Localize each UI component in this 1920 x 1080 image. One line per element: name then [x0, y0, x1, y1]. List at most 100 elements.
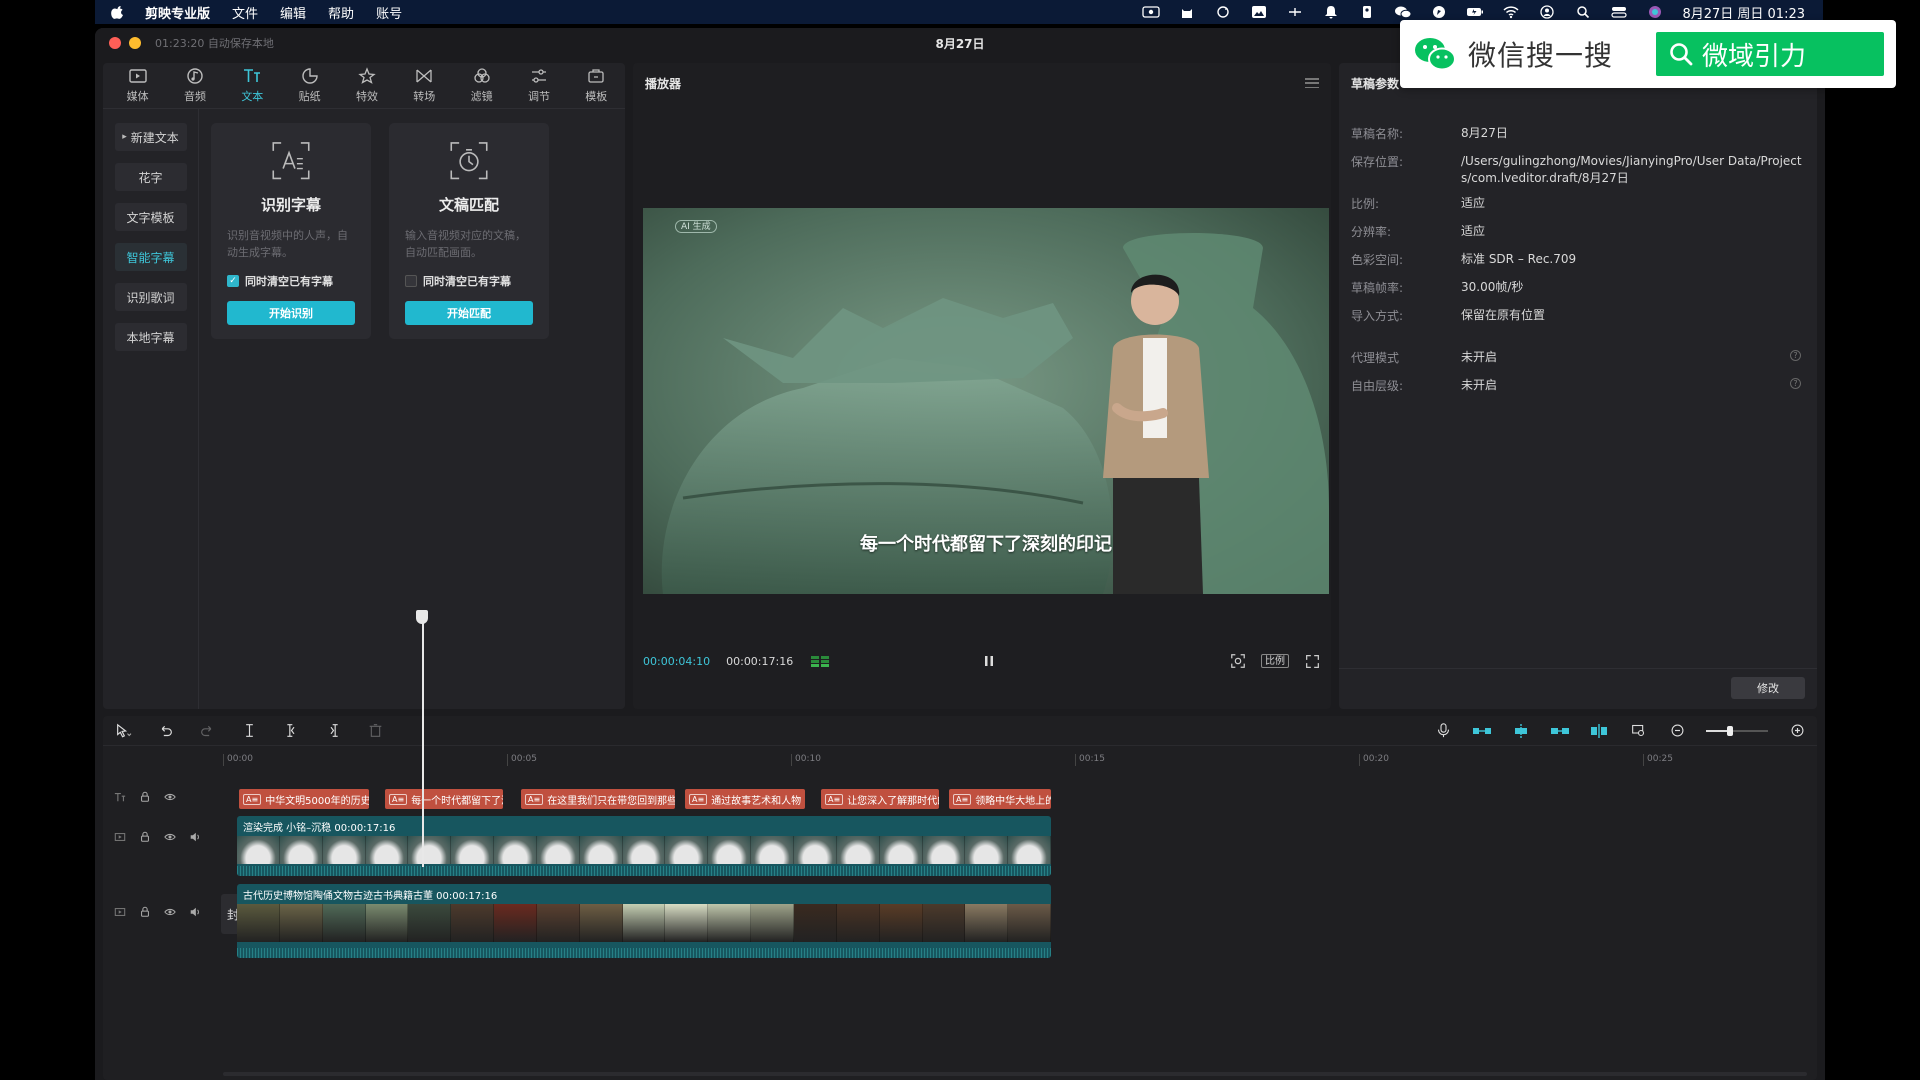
- playhead[interactable]: [422, 612, 424, 867]
- volume-icon[interactable]: [188, 905, 202, 919]
- clear-captions-checkbox[interactable]: [405, 275, 417, 288]
- rocket-icon[interactable]: [1430, 5, 1448, 19]
- zoom-slider-handle[interactable]: [1727, 725, 1733, 736]
- text-clip[interactable]: A≡领略中华大地上的璀璨: [949, 789, 1051, 809]
- start-match-button[interactable]: 开始匹配: [405, 301, 533, 325]
- help-icon[interactable]: ?: [1790, 350, 1801, 361]
- tab-filter[interactable]: 滤镜: [453, 63, 510, 108]
- wechat-icon[interactable]: [1394, 5, 1412, 19]
- subnav-recognize-lyrics[interactable]: 识别歌词: [114, 283, 187, 311]
- input-method-icon[interactable]: [1286, 5, 1304, 19]
- tab-template[interactable]: 模板: [568, 63, 625, 108]
- lock-icon[interactable]: [138, 790, 152, 804]
- timeline-ruler[interactable]: 00:00 00:05 00:10 00:15 00:20 00:25: [223, 746, 1807, 774]
- menu-edit[interactable]: 编辑: [280, 3, 306, 22]
- menu-file[interactable]: 文件: [232, 3, 258, 22]
- menu-help[interactable]: 帮助: [328, 3, 354, 22]
- menu-account[interactable]: 账号: [376, 3, 402, 22]
- zoom-fit-icon[interactable]: [1628, 722, 1648, 740]
- menu-app-name[interactable]: 剪映专业版: [145, 3, 210, 22]
- minimize-window-button[interactable]: [129, 37, 141, 49]
- thumbnail: [879, 836, 923, 864]
- start-recognize-button[interactable]: 开始识别: [227, 301, 355, 325]
- card-recognize-captions: 识别字幕 识别音视频中的人声，自动生成字幕。 同时清空已有字幕 开始识别: [211, 123, 371, 339]
- tab-transition[interactable]: 转场: [396, 63, 453, 108]
- text-clip[interactable]: A≡ 通过故事艺术和人物: [685, 789, 805, 809]
- delete-right-icon[interactable]: [323, 722, 343, 740]
- tab-sticker[interactable]: 贴纸: [281, 63, 338, 108]
- subnav-smart-captions[interactable]: 智能字幕: [114, 243, 187, 271]
- volume-icon[interactable]: [188, 830, 202, 844]
- subnav-fancy-text[interactable]: 花字: [114, 163, 187, 191]
- apple-icon[interactable]: [111, 5, 125, 19]
- delete-icon[interactable]: [365, 722, 385, 740]
- menubar-clock[interactable]: 8月27日 周日 01:23: [1682, 3, 1805, 22]
- auto-snap-icon[interactable]: [1511, 722, 1531, 740]
- thumbnail: [836, 904, 880, 942]
- player-menu-icon[interactable]: [1305, 78, 1319, 88]
- track-headers: 封面: [103, 774, 257, 1080]
- text-track-header: [103, 790, 223, 804]
- main-video-clip[interactable]: 古代历史博物馆陶俑文物古迹古书典籍古董 00:00:17:16: [237, 884, 1051, 958]
- text-clip[interactable]: A≡让您深入了解那时代的风采: [821, 789, 939, 809]
- control-center-icon[interactable]: [1610, 5, 1628, 19]
- text-clip[interactable]: A≡每一个时代都留下了深刻的: [385, 789, 503, 809]
- modify-button[interactable]: 修改: [1731, 677, 1805, 699]
- pause-icon[interactable]: [982, 654, 996, 668]
- screenshot-icon[interactable]: [1229, 652, 1247, 670]
- text-clip[interactable]: A≡在这里我们只在带您回到那些岁月: [521, 789, 675, 809]
- lock-icon[interactable]: [138, 905, 152, 919]
- image-icon[interactable]: [1250, 5, 1268, 19]
- zoom-slider[interactable]: [1706, 725, 1768, 736]
- tab-effects[interactable]: 特效: [338, 63, 395, 108]
- bell-icon[interactable]: [1322, 5, 1340, 19]
- tab-text[interactable]: 文本: [224, 63, 281, 108]
- fullscreen-icon[interactable]: [1303, 652, 1321, 670]
- select-tool-icon[interactable]: [113, 722, 133, 740]
- preview-axis-icon[interactable]: [1589, 722, 1609, 740]
- eye-icon[interactable]: [163, 830, 177, 844]
- subnav-new-text[interactable]: 新建文本: [114, 123, 187, 151]
- clear-captions-option[interactable]: 同时清空已有字幕: [227, 273, 355, 289]
- tab-label: 转场: [413, 90, 436, 103]
- audio-meter-icon[interactable]: [809, 654, 831, 668]
- tab-media[interactable]: 媒体: [109, 63, 166, 108]
- record-audio-icon[interactable]: [1433, 722, 1453, 740]
- close-window-button[interactable]: [109, 37, 121, 49]
- tab-audio[interactable]: 音频: [166, 63, 223, 108]
- sync-icon[interactable]: [1214, 5, 1232, 19]
- wifi-icon[interactable]: [1502, 5, 1520, 19]
- redo-icon[interactable]: [197, 722, 217, 740]
- contacts-icon[interactable]: [1358, 5, 1376, 19]
- video-preview[interactable]: AI 生成 每一个时代都留下了深刻的印记: [643, 208, 1329, 594]
- eye-icon[interactable]: [163, 790, 177, 804]
- video-track-icon: [113, 905, 127, 919]
- battery-icon[interactable]: [1466, 5, 1484, 19]
- lock-icon[interactable]: [138, 830, 152, 844]
- zoom-in-icon[interactable]: [1787, 722, 1807, 740]
- user-icon[interactable]: [1538, 5, 1556, 19]
- clear-captions-checkbox[interactable]: [227, 275, 239, 288]
- zoom-out-icon[interactable]: [1667, 722, 1687, 740]
- link-icon[interactable]: [1550, 722, 1570, 740]
- clear-captions-option[interactable]: 同时清空已有字幕: [405, 273, 533, 289]
- avatar-video-clip[interactable]: 渲染完成 小铭–沉稳 00:00:17:16: [237, 816, 1051, 876]
- cat-icon[interactable]: [1178, 5, 1196, 19]
- undo-icon[interactable]: [155, 722, 175, 740]
- split-icon[interactable]: [239, 722, 259, 740]
- delete-left-icon[interactable]: [281, 722, 301, 740]
- siri-icon[interactable]: [1646, 5, 1664, 19]
- main-track-magnet-icon[interactable]: [1472, 722, 1492, 740]
- eye-icon[interactable]: [163, 905, 177, 919]
- ratio-button[interactable]: 比例: [1261, 654, 1289, 668]
- tab-adjust[interactable]: 调节: [510, 63, 567, 108]
- subnav-local-captions[interactable]: 本地字幕: [114, 323, 187, 351]
- help-icon[interactable]: ?: [1790, 378, 1801, 389]
- spotlight-search-icon[interactable]: [1574, 5, 1592, 19]
- subnav-text-template[interactable]: 文字模板: [114, 203, 187, 231]
- tab-label: 滤镜: [470, 90, 493, 103]
- screen-record-icon[interactable]: [1142, 5, 1161, 19]
- timeline-scrollbar[interactable]: [223, 1072, 1807, 1076]
- text-clip[interactable]: A≡中华文明5000年的历史长河中: [239, 789, 369, 809]
- wechat-search-box[interactable]: 微域引力: [1656, 32, 1884, 76]
